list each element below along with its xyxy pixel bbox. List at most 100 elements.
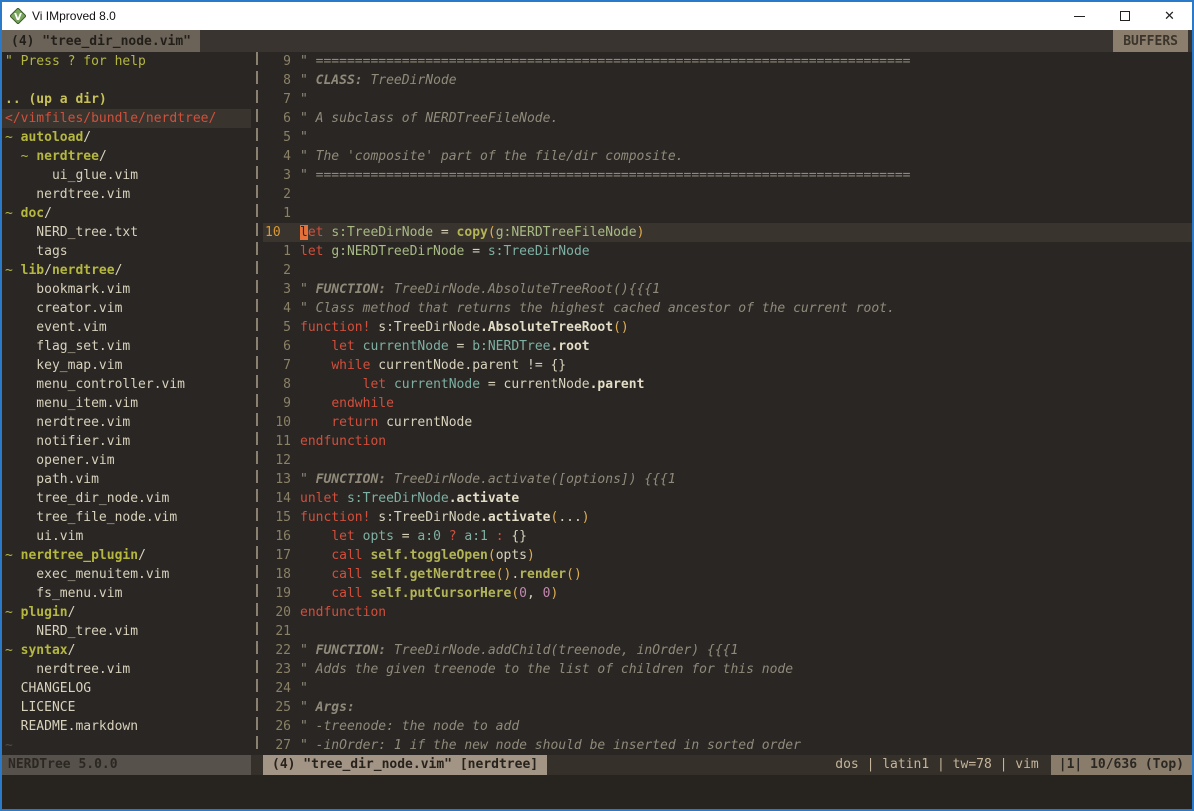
nerdtree-row[interactable]: </vimfiles/bundle/nerdtree/ [2,109,251,128]
vim-app-icon[interactable]: V [10,8,26,24]
code-line[interactable]: 14unlet s:TreeDirNode.activate [263,489,1192,508]
code-line[interactable]: 15function! s:TreeDirNode.activate(...) [263,508,1192,527]
nerdtree-pane[interactable]: " Press ? for help .. (up a dir)</vimfile… [2,52,251,755]
nerdtree-row[interactable]: ~ lib/nerdtree/ [2,261,251,280]
code-line[interactable]: 7" [263,90,1192,109]
nerdtree-row[interactable]: exec_menuitem.vim [2,565,251,584]
line-number: 6 [263,337,291,356]
kw-token: let [331,339,354,354]
nerdtree-row[interactable]: fs_menu.vim [2,584,251,603]
code-line[interactable]: 6" A subclass of NERDTreeFileNode. [263,109,1192,128]
code-line[interactable]: 24" [263,679,1192,698]
code-line[interactable]: 19 call self.putCursorHere(0, 0) [263,584,1192,603]
teal-token: s:TreeDirNode [488,244,590,259]
nerdtree-row[interactable]: ~ syntax/ [2,641,251,660]
code-line[interactable]: 2 [263,261,1192,280]
nerdtree-row[interactable]: tags [2,242,251,261]
code-line[interactable]: 21 [263,622,1192,641]
statusline-buffer-name: (4) "tree_dir_node.vim" [nerdtree] [263,755,547,775]
nerdtree-row[interactable]: ~ doc/ [2,204,251,223]
code-text: call self.putCursorHere(0, 0) [300,584,558,603]
nerdtree-row[interactable]: nerdtree.vim [2,413,251,432]
code-line[interactable]: 8 let currentNode = currentNode.parent [263,375,1192,394]
nerdtree-row[interactable]: ~ nerdtree_plugin/ [2,546,251,565]
nerdtree-row[interactable]: nerdtree.vim [2,660,251,679]
nerdtree-row[interactable] [2,71,251,90]
cm-token: " [300,700,316,715]
code-line[interactable]: 12 [263,451,1192,470]
nerdtree-row[interactable]: notifier.vim [2,432,251,451]
nerdtree-row[interactable]: menu_controller.vim [2,375,251,394]
code-line[interactable]: 5" [263,128,1192,147]
code-line[interactable]: 8" CLASS: TreeDirNode [263,71,1192,90]
code-line[interactable]: 13" FUNCTION: TreeDirNode.activate([opti… [263,470,1192,489]
code-line[interactable]: 11endfunction [263,432,1192,451]
nerdtree-row[interactable]: ui.vim [2,527,251,546]
code-line[interactable]: 16 let opts = a:0 ? a:1 : {} [263,527,1192,546]
nerdtree-row[interactable]: ~ [2,736,251,755]
code-line[interactable]: 2 [263,185,1192,204]
code-line[interactable]: 9 endwhile [263,394,1192,413]
tab-tree-dir-node[interactable]: (4) "tree_dir_node.vim" [2,30,200,52]
code-line[interactable]: 6 let currentNode = b:NERDTree.root [263,337,1192,356]
fn-token: self.putCursorHere [370,586,511,601]
command-line[interactable] [2,775,1192,809]
code-line[interactable]: 10 return currentNode [263,413,1192,432]
code-line[interactable]: 26" -treenode: the node to add [263,717,1192,736]
maximize-button[interactable] [1102,2,1147,30]
code-line[interactable]: 9" =====================================… [263,52,1192,71]
nerdtree-row[interactable]: .. (up a dir) [2,90,251,109]
nerdtree-row[interactable]: opener.vim [2,451,251,470]
code-line[interactable]: 1 [263,204,1192,223]
fg-token [300,567,331,582]
nerdtree-row[interactable]: ~ plugin/ [2,603,251,622]
code-line[interactable]: 20endfunction [263,603,1192,622]
code-line[interactable]: 4" The 'composite' part of the file/dir … [263,147,1192,166]
nerdtree-row[interactable]: ui_glue.vim [2,166,251,185]
nerdtree-row[interactable]: NERD_tree.txt [2,223,251,242]
nerdtree-row[interactable]: creator.vim [2,299,251,318]
code-line[interactable]: 5function! s:TreeDirNode.AbsoluteTreeRoo… [263,318,1192,337]
nerdtree-row[interactable]: bookmark.vim [2,280,251,299]
fg-token [300,586,331,601]
nerdtree-row[interactable]: LICENCE [2,698,251,717]
nerdtree-row[interactable]: CHANGELOG [2,679,251,698]
code-line[interactable]: 18 call self.getNerdtree().render() [263,565,1192,584]
minimize-button[interactable] [1057,2,1102,30]
nerdtree-row[interactable]: ~ nerdtree/ [2,147,251,166]
nerdtree-row[interactable]: flag_set.vim [2,337,251,356]
code-line[interactable]: 4" Class method that returns the highest… [263,299,1192,318]
nerdtree-row[interactable]: key_map.vim [2,356,251,375]
code-text: " -inOrder: 1 if the new node should be … [300,736,801,755]
code-line[interactable]: 27" -inOrder: 1 if the new node should b… [263,736,1192,755]
code-line[interactable]: 22" FUNCTION: TreeDirNode.addChild(treen… [263,641,1192,660]
nerdtree-row[interactable]: event.vim [2,318,251,337]
nerdtree-row[interactable]: path.vim [2,470,251,489]
plain-token: / [115,263,123,278]
code-line[interactable]: 3" =====================================… [263,166,1192,185]
code-line[interactable]: 17 call self.toggleOpen(opts) [263,546,1192,565]
nerdtree-statusline: NERDTree 5.0.0 [2,755,251,775]
nerdtree-row[interactable]: " Press ? for help [2,52,251,71]
nerdtree-row[interactable]: menu_item.vim [2,394,251,413]
nerdtree-row[interactable]: ~ autoload/ [2,128,251,147]
code-line[interactable]: 25" Args: [263,698,1192,717]
nerdtree-row[interactable]: tree_file_node.vim [2,508,251,527]
minimize-icon [1074,16,1085,17]
nerdtree-row[interactable]: NERD_tree.vim [2,622,251,641]
nerdtree-row[interactable]: tree_dir_node.vim [2,489,251,508]
close-button[interactable]: ✕ [1147,2,1192,30]
cm-token: TreeDirNode.addChild(treenode, inOrder) … [386,643,738,658]
code-line[interactable]: 23" Adds the given treenode to the list … [263,660,1192,679]
code-line[interactable]: 7 while currentNode.parent != {} [263,356,1192,375]
code-line[interactable]: 1let g:NERDTreeDirNode = s:TreeDirNode [263,242,1192,261]
plain-token: / [68,605,76,620]
nerdtree-row[interactable]: nerdtree.vim [2,185,251,204]
editor-pane[interactable]: 9" =====================================… [263,52,1192,755]
fg-token [488,529,496,544]
nerdtree-row[interactable]: README.markdown [2,717,251,736]
window-separator[interactable] [251,52,263,755]
cmb-token: FUNCTION: [316,643,386,658]
code-line[interactable]: 3" FUNCTION: TreeDirNode.AbsoluteTreeRoo… [263,280,1192,299]
code-line-current[interactable]: 10let s:TreeDirNode = copy(g:NERDTreeFil… [263,223,1192,242]
